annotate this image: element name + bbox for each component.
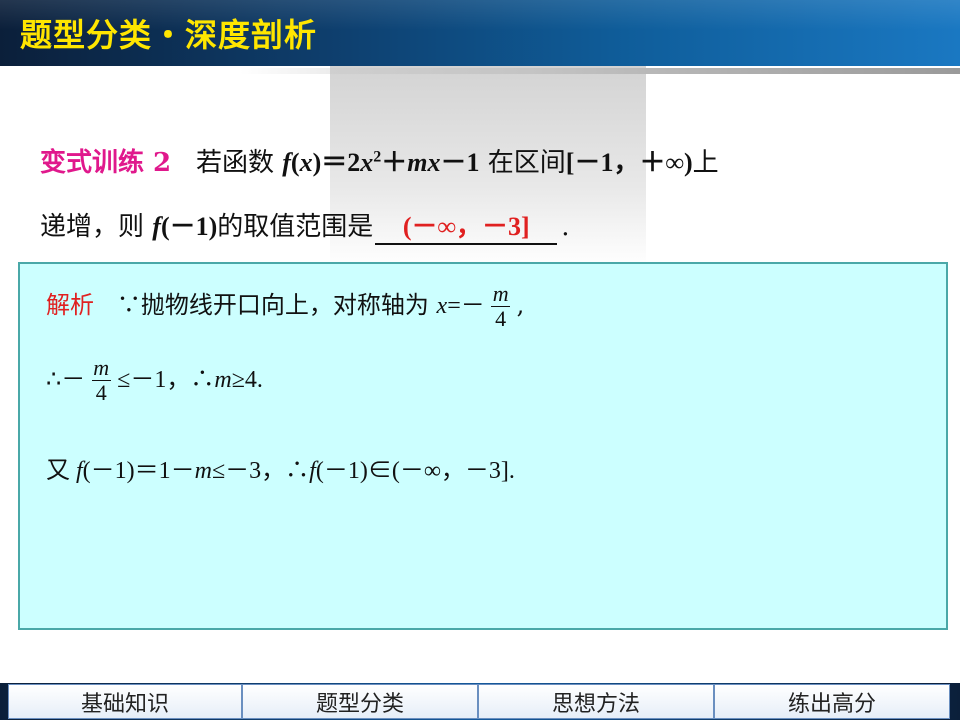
equals-minus: =－ bbox=[447, 293, 485, 319]
problem-label: 变式训练 2 bbox=[40, 148, 172, 178]
fraction-m-over-4: m4 bbox=[491, 281, 511, 331]
problem-end: . bbox=[561, 212, 570, 242]
var-m-2: m bbox=[194, 458, 212, 484]
solution-line-1: 解析 ∵抛物线开口向上，对称轴为 x=－ m 4, bbox=[46, 282, 524, 331]
expr-1: (－1)＝1－ bbox=[82, 458, 195, 484]
problem-text-b: 在区间 bbox=[487, 148, 566, 178]
fraction-m-over-4-b: m4 bbox=[91, 355, 111, 405]
solution-line-3: 又 f(－1)＝1－m≤－3，∴f(－1)∈(－∞，－3]. bbox=[46, 450, 515, 485]
interval: [－1，＋∞) bbox=[565, 148, 693, 177]
problem-text-c: 上 bbox=[692, 148, 719, 178]
expr-2: ≤－3，∴ bbox=[212, 458, 310, 484]
problem-text-a: 若函数 bbox=[195, 148, 274, 178]
therefore-minus: ∴－ bbox=[46, 367, 86, 393]
nav-thinking-methods[interactable]: 思想方法 bbox=[478, 684, 714, 719]
solution-label: 解析 bbox=[46, 291, 94, 319]
bottom-nav: 基础知识 题型分类 思想方法 练出高分 bbox=[0, 683, 960, 720]
decorative-line bbox=[240, 68, 960, 74]
header-bar: 题型分类・深度剖析 bbox=[0, 0, 960, 66]
solution-text-1: ∵抛物线开口向上，对称轴为 bbox=[116, 291, 429, 319]
comma: , bbox=[516, 291, 525, 319]
inequality-2: ≥4. bbox=[231, 367, 263, 393]
nav-practice[interactable]: 练出高分 bbox=[714, 684, 950, 719]
problem-line-2: 递增，则 f(－1)的取值范围是 (－∞，－3]. bbox=[40, 206, 570, 245]
var-m: m bbox=[214, 367, 232, 393]
var-f-2: f bbox=[309, 458, 316, 484]
problem-text-e: 的取值范围是 bbox=[217, 212, 374, 242]
nav-basic-knowledge[interactable]: 基础知识 bbox=[8, 684, 242, 719]
function-expression: f(x)＝2x2＋mx－1 bbox=[282, 148, 480, 177]
expr-3: (－1)∈(－∞，－3]. bbox=[315, 458, 515, 484]
answer-blank: (－∞，－3] bbox=[375, 206, 558, 245]
problem-line-1: 变式训练 2 若函数 f(x)＝2x2＋mx－1 在区间[－1，＋∞)上 bbox=[40, 142, 719, 179]
solution-text-3: 又 bbox=[46, 458, 70, 484]
page-title: 题型分类・深度剖析 bbox=[20, 16, 318, 54]
inequality-1: ≤－1，∴ bbox=[117, 367, 215, 393]
nav-problem-types[interactable]: 题型分类 bbox=[242, 684, 478, 719]
var-f: f bbox=[76, 458, 83, 484]
solution-box: 解析 ∵抛物线开口向上，对称轴为 x=－ m 4, ∴－ m 4 ≤－1，∴m≥4. 又 … bbox=[18, 262, 948, 630]
problem-text-d: 递增，则 bbox=[40, 212, 145, 242]
solution-line-2: ∴－ m 4 ≤－1，∴m≥4. bbox=[46, 356, 263, 405]
f-minus-one: f(－1) bbox=[152, 212, 218, 241]
var-x: x bbox=[436, 293, 448, 319]
